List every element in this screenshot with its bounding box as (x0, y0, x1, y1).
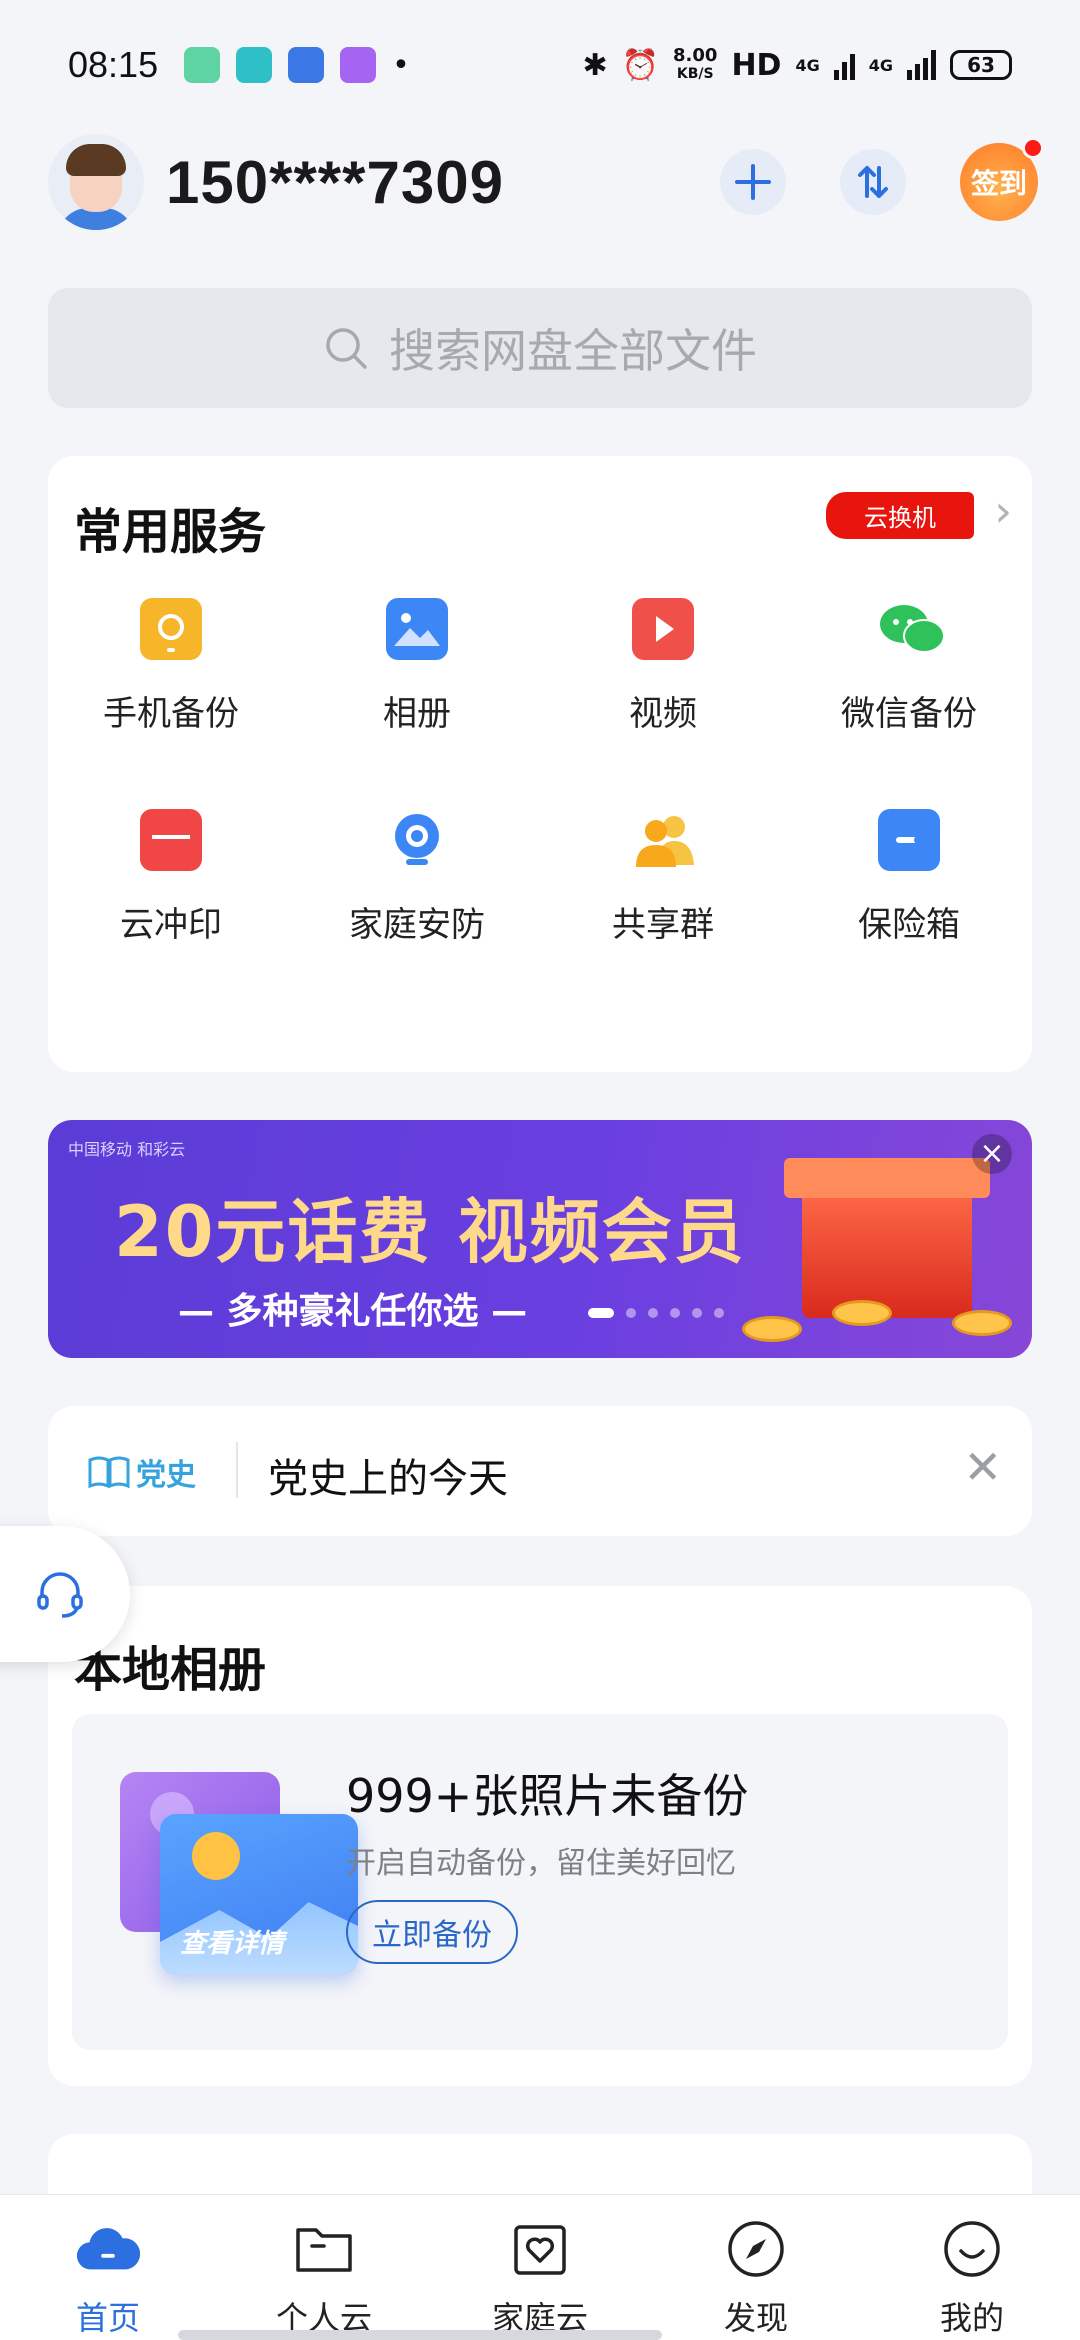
service-wechat-backup[interactable]: 微信备份 (786, 598, 1032, 735)
service-cloud-print[interactable]: 云冲印 (48, 809, 294, 946)
app-notification-icon (236, 47, 273, 83)
banner-subtitle: — 多种豪礼任你选 — (178, 1291, 528, 1332)
album-icon (386, 598, 448, 660)
search-input[interactable]: 搜索网盘全部文件 (48, 288, 1032, 408)
service-safe-box[interactable]: 保险箱 (786, 809, 1032, 946)
album-backup-panel: 查看详情 999+张照片未备份 开启自动备份，留住美好回忆 立即备份 (72, 1714, 1008, 2050)
group-icon (632, 809, 694, 871)
party-history-tag: 党史 (88, 1450, 196, 1494)
coin-illustration (742, 1316, 802, 1342)
account-phone[interactable]: 150****7309 (166, 148, 504, 217)
sign-in-button[interactable]: 签到 (960, 137, 1044, 221)
headset-icon (37, 1572, 83, 1618)
plus-icon (735, 164, 771, 200)
local-album-card: 本地相册 查看详情 999+张照片未备份 开启自动备份，留住美好回忆 立即备份 (48, 1586, 1032, 2086)
view-details-card[interactable]: 查看详情 (160, 1814, 358, 1974)
promo-banner[interactable]: 中国移动 和彩云 20元话费 视频会员 — 多种豪礼任你选 — × (48, 1120, 1032, 1358)
view-details-label: 查看详情 (180, 1929, 285, 1959)
status-time: 08:15 (68, 44, 159, 85)
coin-illustration (952, 1310, 1012, 1336)
tab-home[interactable]: 首页 (0, 2195, 216, 2340)
wechat-icon (878, 598, 945, 660)
signal-icon (907, 50, 936, 80)
signal-label-2: 4G (868, 55, 893, 75)
bluetooth-icon: ✱ (582, 47, 608, 83)
transfer-button[interactable] (840, 149, 906, 215)
gift-box-illustration (784, 1158, 990, 1318)
signal-label-1: 4G (795, 55, 820, 75)
transfer-arrows-icon (858, 166, 888, 198)
banner-close-icon[interactable]: × (972, 1134, 1012, 1174)
customer-service-button[interactable] (0, 1526, 130, 1662)
folder-icon (292, 2219, 356, 2279)
banner-title: 20元话费 视频会员 (114, 1191, 746, 1273)
coin-illustration (832, 1300, 892, 1326)
service-phone-backup[interactable]: 手机备份 (48, 598, 294, 735)
service-home-security[interactable]: 家庭安防 (294, 809, 540, 946)
app-notification-icon (288, 47, 325, 83)
search-icon (326, 328, 367, 369)
tab-mine[interactable]: 我的 (864, 2195, 1080, 2340)
battery-icon: 63 (950, 50, 1012, 80)
tab-discover[interactable]: 发现 (648, 2195, 864, 2340)
safe-icon (878, 809, 940, 871)
service-video[interactable]: 视频 (540, 598, 786, 735)
hd-indicator: HD (731, 47, 782, 83)
home-indicator[interactable] (178, 2330, 662, 2340)
book-icon (88, 1456, 130, 1488)
camera-icon (386, 809, 448, 871)
add-button[interactable] (720, 149, 786, 215)
cloud-switch-badge[interactable]: 云换机 (826, 492, 974, 539)
close-icon[interactable]: ✕ (963, 1440, 1002, 1494)
services-grid: 手机备份 相册 视频 微信备份 云冲印 家庭安防 共享群 保险箱 (48, 598, 1032, 946)
chevron-right-icon[interactable]: › (994, 486, 1012, 537)
app-notification-icon (184, 47, 221, 83)
divider (236, 1442, 238, 1498)
bottom-tab-bar: 首页 个人云 家庭云 发现 我的 (0, 2194, 1080, 2340)
search-placeholder: 搜索网盘全部文件 (389, 324, 757, 378)
more-notifications-icon: • (392, 47, 410, 83)
tab-personal-cloud[interactable]: 个人云 (216, 2195, 432, 2340)
notification-dot (1022, 137, 1044, 159)
banner-logo: 中国移动 和彩云 (68, 1140, 186, 1159)
phone-backup-icon (140, 598, 202, 660)
unbacked-count: 999+张照片未备份 (346, 1769, 749, 1823)
tab-family-cloud[interactable]: 家庭云 (432, 2195, 648, 2340)
carousel-indicator (588, 1308, 724, 1318)
service-share-group[interactable]: 共享群 (540, 809, 786, 946)
printer-icon (140, 809, 202, 871)
status-bar: 08:15 • ✱ ⏰ 8.00 KB/S HD 4G 4G 63 (0, 0, 1080, 130)
sign-in-label: 签到 (970, 167, 1027, 200)
smile-icon (940, 2219, 1004, 2279)
avatar[interactable] (48, 134, 144, 230)
album-description: 开启自动备份，留住美好回忆 (346, 1846, 736, 1881)
signal-icon (833, 50, 855, 80)
video-icon (632, 598, 694, 660)
party-history-bar[interactable]: 党史 党史上的今天 ✕ (48, 1406, 1032, 1536)
cloud-home-icon (76, 2219, 140, 2279)
net-speed: 8.00 KB/S (673, 45, 718, 83)
app-notification-icon (340, 47, 377, 83)
compass-icon (724, 2219, 788, 2279)
party-history-text: 党史上的今天 (268, 1456, 508, 1502)
common-services-card: 常用服务 云换机 › 手机备份 相册 视频 微信备份 云冲印 家庭安防 共享群 … (48, 456, 1032, 1072)
account-header: 150****7309 签到 (48, 132, 1044, 232)
alarm-icon: ⏰ (621, 47, 660, 83)
services-title: 常用服务 (74, 504, 267, 560)
service-album[interactable]: 相册 (294, 598, 540, 735)
backup-now-button[interactable]: 立即备份 (346, 1900, 518, 1964)
family-heart-icon (508, 2219, 572, 2279)
